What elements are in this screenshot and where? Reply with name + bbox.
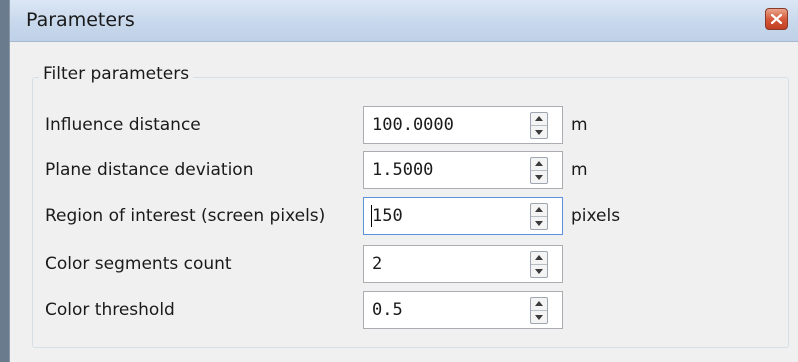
arrow-up-icon	[535, 161, 543, 166]
spin-down-button[interactable]	[531, 265, 547, 278]
color-threshold-label: Color threshold	[45, 300, 175, 320]
spin-down-button[interactable]	[531, 217, 547, 230]
plane-distance-deviation-spinner[interactable]	[530, 157, 548, 184]
spin-up-button[interactable]	[531, 158, 547, 171]
color-segments-count-field[interactable]	[363, 245, 563, 283]
parameters-dialog: Parameters Filter parameters Influence d…	[9, 0, 798, 362]
group-title: Filter parameters	[39, 64, 194, 84]
arrow-down-icon	[535, 220, 543, 226]
region-of-interest-field[interactable]	[363, 197, 563, 235]
spin-up-button[interactable]	[531, 252, 547, 265]
row-color-threshold: Color threshold	[10, 291, 798, 331]
color-segments-count-label: Color segments count	[45, 254, 232, 274]
influence-distance-input[interactable]	[372, 114, 522, 136]
plane-distance-deviation-label: Plane distance deviation	[45, 160, 254, 180]
title-bar[interactable]: Parameters	[10, 0, 798, 42]
arrow-up-icon	[535, 207, 543, 212]
region-of-interest-spinner[interactable]	[530, 203, 548, 230]
spin-down-button[interactable]	[531, 311, 547, 324]
arrow-down-icon	[535, 174, 543, 180]
arrow-down-icon	[535, 129, 543, 135]
window-title: Parameters	[26, 9, 135, 31]
arrow-down-icon	[535, 268, 543, 274]
influence-distance-field[interactable]	[363, 106, 563, 144]
plane-distance-deviation-unit: m	[571, 160, 588, 180]
row-region-of-interest: Region of interest (screen pixels) pixel…	[10, 197, 798, 237]
color-segments-count-spinner[interactable]	[530, 251, 548, 278]
influence-distance-label: Influence distance	[45, 115, 201, 135]
region-of-interest-label: Region of interest (screen pixels)	[45, 206, 326, 226]
arrow-down-icon	[535, 314, 543, 320]
region-of-interest-input[interactable]	[372, 205, 522, 227]
arrow-up-icon	[535, 301, 543, 306]
spin-up-button[interactable]	[531, 204, 547, 217]
arrow-up-icon	[535, 116, 543, 121]
spin-up-button[interactable]	[531, 113, 547, 126]
close-button[interactable]	[765, 8, 788, 30]
plane-distance-deviation-input[interactable]	[372, 159, 522, 181]
color-segments-count-input[interactable]	[372, 253, 522, 275]
row-plane-distance-deviation: Plane distance deviation m	[10, 151, 798, 191]
region-of-interest-unit: pixels	[571, 206, 621, 226]
color-threshold-input[interactable]	[372, 299, 522, 321]
spin-down-button[interactable]	[531, 171, 547, 184]
spin-up-button[interactable]	[531, 298, 547, 311]
close-icon	[771, 14, 782, 24]
arrow-up-icon	[535, 255, 543, 260]
spin-down-button[interactable]	[531, 126, 547, 139]
color-threshold-field[interactable]	[363, 291, 563, 329]
plane-distance-deviation-field[interactable]	[363, 151, 563, 189]
influence-distance-spinner[interactable]	[530, 112, 548, 139]
row-color-segments-count: Color segments count	[10, 245, 798, 285]
row-influence-distance: Influence distance m	[10, 106, 798, 146]
influence-distance-unit: m	[571, 115, 588, 135]
color-threshold-spinner[interactable]	[530, 297, 548, 324]
